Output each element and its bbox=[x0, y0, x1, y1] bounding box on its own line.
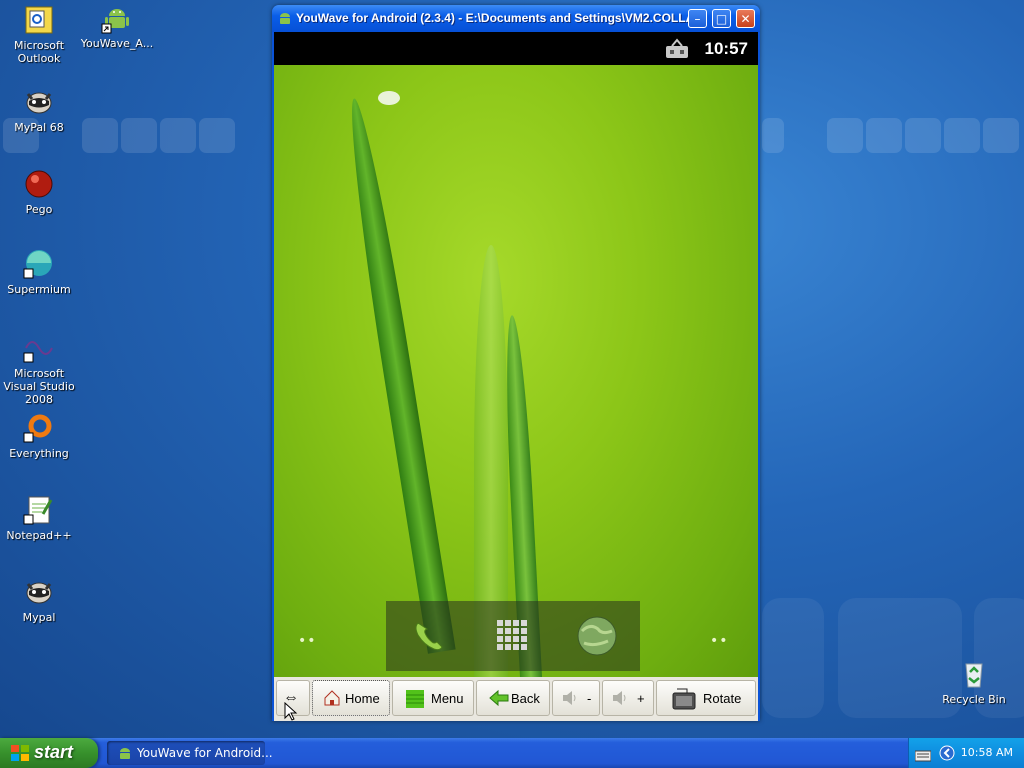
grass-wallpaper: •• •• bbox=[274, 65, 758, 677]
rotate-button[interactable]: Rotate bbox=[656, 680, 756, 716]
desktop-icon-recycle-bin[interactable]: Recycle Bin bbox=[935, 658, 1013, 706]
device-rotate-icon bbox=[671, 687, 697, 714]
desktop-icon-outlook[interactable]: Microsoft Outlook bbox=[0, 4, 78, 65]
menu-button[interactable]: Menu bbox=[392, 680, 474, 716]
android-icon bbox=[117, 745, 133, 764]
page-indicator-left: •• bbox=[298, 633, 317, 649]
decor-square bbox=[827, 118, 863, 153]
usb-debug-icon bbox=[664, 38, 690, 64]
decor-square bbox=[762, 598, 824, 718]
maximize-button[interactable]: □ bbox=[712, 9, 731, 28]
desktop-icon-everything[interactable]: Everything bbox=[0, 412, 78, 460]
android-icon bbox=[101, 2, 133, 34]
phone-icon[interactable] bbox=[404, 611, 454, 661]
home-icon bbox=[323, 689, 341, 710]
emulator-toolbar: ⇔ Home Menu Back - + Rotate bbox=[274, 677, 758, 721]
desktop-icon-notepadpp[interactable]: Notepad++ bbox=[0, 494, 78, 542]
raccoon-icon bbox=[23, 86, 55, 118]
decor-square bbox=[905, 118, 941, 153]
desktop-icon-youwave[interactable]: YouWave_A... bbox=[78, 2, 156, 50]
mouse-cursor-icon bbox=[284, 701, 298, 726]
windows-logo-icon bbox=[10, 744, 30, 767]
search-ring-icon bbox=[23, 412, 55, 444]
decor-square bbox=[82, 118, 118, 153]
taskbar: start YouWave for Android... 10:58 AM bbox=[0, 738, 1024, 768]
close-button[interactable]: ✕ bbox=[736, 9, 755, 28]
desktop-icon-pego[interactable]: Pego bbox=[0, 168, 78, 216]
desktop-icon-mypal[interactable]: Mypal bbox=[0, 576, 78, 624]
raccoon-icon bbox=[23, 576, 55, 608]
window-titlebar[interactable]: YouWave for Android (2.3.4) - E:\Documen… bbox=[272, 5, 760, 32]
grass-blade bbox=[340, 96, 456, 654]
volume-down-button[interactable]: - bbox=[552, 680, 600, 716]
dew-drop bbox=[378, 91, 400, 105]
menu-icon bbox=[405, 689, 425, 712]
speaker-icon bbox=[561, 689, 579, 710]
red-ball-icon bbox=[23, 168, 55, 200]
desktop-icon-mypal68[interactable]: MyPal 68 bbox=[0, 86, 78, 134]
tray-clock[interactable]: 10:58 AM bbox=[961, 746, 1013, 759]
tray-expand-icon[interactable] bbox=[939, 745, 955, 765]
start-button[interactable]: start bbox=[0, 738, 98, 768]
decor-square bbox=[866, 118, 902, 153]
decor-square bbox=[121, 118, 157, 153]
volume-up-button[interactable]: + bbox=[602, 680, 654, 716]
desktop-icon-supermium[interactable]: Supermium bbox=[0, 248, 78, 296]
visual-studio-icon bbox=[23, 332, 55, 364]
window-title: YouWave for Android (2.3.4) - E:\Documen… bbox=[296, 11, 705, 25]
supermium-icon bbox=[23, 248, 55, 280]
android-clock: 10:57 bbox=[704, 39, 748, 58]
youwave-window: YouWave for Android (2.3.4) - E:\Documen… bbox=[272, 5, 760, 721]
android-dock bbox=[386, 601, 640, 671]
decor-square bbox=[944, 118, 980, 153]
decor-square bbox=[160, 118, 196, 153]
android-icon bbox=[277, 10, 293, 30]
system-tray: 10:58 AM bbox=[908, 738, 1024, 768]
home-button[interactable]: Home bbox=[312, 680, 390, 716]
back-button[interactable]: Back bbox=[476, 680, 550, 716]
app-drawer-icon[interactable] bbox=[488, 611, 538, 661]
outlook-icon bbox=[23, 4, 55, 36]
taskbar-item-youwave[interactable]: YouWave for Android... bbox=[107, 741, 273, 765]
keyboard-icon[interactable] bbox=[914, 747, 932, 766]
browser-globe-icon[interactable] bbox=[572, 611, 622, 661]
android-screen[interactable]: 10:57 •• •• bbox=[274, 32, 758, 677]
decor-square bbox=[762, 118, 784, 153]
page-indicator-right: •• bbox=[710, 633, 729, 649]
desktop-icon-visual-studio[interactable]: Microsoft Visual Studio 2008 bbox=[0, 332, 78, 406]
back-arrow-icon bbox=[489, 689, 509, 710]
decor-square bbox=[199, 118, 235, 153]
decor-square bbox=[983, 118, 1019, 153]
speaker-icon bbox=[611, 689, 629, 710]
android-status-bar: 10:57 bbox=[274, 32, 758, 65]
recycle-bin-icon bbox=[958, 658, 990, 690]
minimize-button[interactable]: – bbox=[688, 9, 707, 28]
notepad-plus-plus-icon bbox=[23, 494, 55, 526]
